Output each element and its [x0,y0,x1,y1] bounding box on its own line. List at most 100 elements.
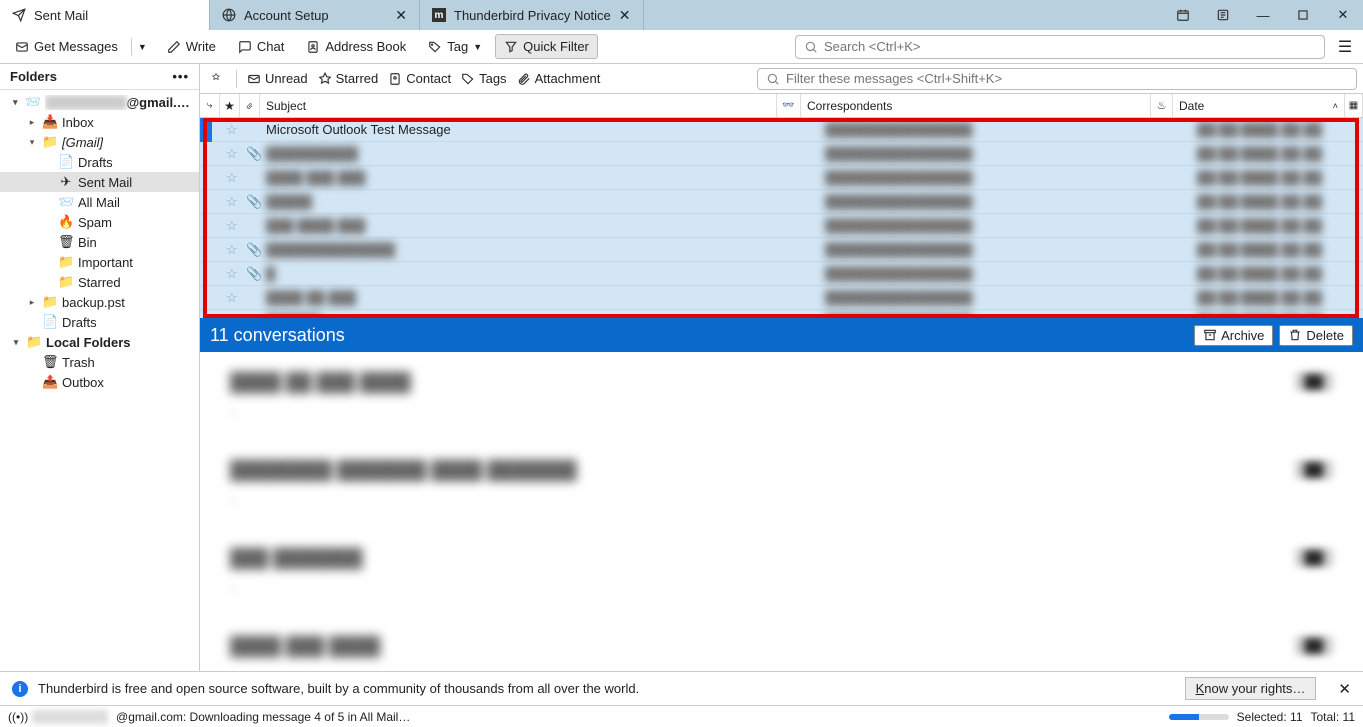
twisty-icon[interactable]: ▸ [26,297,38,308]
calendar-icon[interactable] [1163,8,1203,22]
twisty-icon[interactable]: ▾ [26,137,38,148]
folder-starred[interactable]: 📁Starred [0,272,199,292]
global-search[interactable] [795,35,1325,59]
chat-button[interactable]: Chat [229,34,293,59]
qf-unread[interactable]: Unread [247,71,308,86]
qf-contact[interactable]: Contact [388,71,451,86]
folder-important[interactable]: 📁Important [0,252,199,272]
col-attach[interactable] [240,94,260,117]
qf-tags[interactable]: Tags [461,71,506,86]
col-correspondents[interactable]: Correspondents [801,94,1151,117]
attachment-icon [517,72,531,86]
message-row[interactable]: ☆📎████████████████████████████████/██/██… [200,238,1363,262]
twisty-icon[interactable]: ▾ [10,97,21,108]
folder-icon: 📁 [58,254,74,270]
folders-more-button[interactable]: ••• [172,69,189,84]
folder-icon: 🗑 [58,234,74,250]
col-spam[interactable]: ♨ [1151,94,1173,117]
get-messages-button[interactable]: Get Messages [6,34,127,59]
close-icon[interactable]: ✕ [619,7,631,24]
message-row[interactable]: ☆📎████████████████████████████/██/████ █… [200,142,1363,166]
twisty-icon[interactable]: ▸ [26,117,38,128]
archive-button[interactable]: Archive [1194,325,1273,346]
col-subject[interactable]: Subject [260,94,777,117]
col-read[interactable]: 👓 [777,94,801,117]
message-row[interactable]: ☆📎████████████████████████/██/████ ██:██ [200,310,1363,318]
qf-starred[interactable]: Starred [318,71,379,86]
quick-filter-button[interactable]: Quick Filter [495,34,598,59]
search-icon [766,72,780,86]
message-row[interactable]: ☆███ ████ █████████████████████/██/████ … [200,214,1363,238]
message-row[interactable]: ☆████ ███ █████████████████████/██/████ … [200,166,1363,190]
twisty-icon[interactable]: ▾ [10,337,22,348]
pin-icon[interactable] [206,70,226,87]
folders-header-label: Folders [10,69,57,84]
message-row[interactable]: ☆📎███████████████████/██/████ ██:██ [200,262,1363,286]
search-input[interactable] [824,39,1316,54]
preview-message[interactable]: ███ █████████– [230,548,1333,596]
folder--gmail-[interactable]: ▾📁[Gmail] [0,132,199,152]
status-selected: Selected: 11 [1237,710,1303,724]
message-row[interactable]: ☆📎███████████████████████/██/████ ██:██ [200,190,1363,214]
folder--[interactable]: ▾📨████████@gmail.com [0,92,199,112]
folder-icon: 📄 [58,154,74,170]
col-date[interactable]: Date˄ [1173,94,1345,117]
maximize-button[interactable] [1283,8,1323,22]
folder-drafts[interactable]: 📄Drafts [0,152,199,172]
preview-message[interactable]: ████ ███ ██████– [230,636,1333,671]
folder-label: Local Folders [46,335,131,350]
download-icon [15,40,29,54]
folder-drafts[interactable]: 📄Drafts [0,312,199,332]
folder-label: [Gmail] [62,135,103,150]
col-thread[interactable]: ⤷ [200,94,220,117]
folder-sent-mail[interactable]: ✈Sent Mail [0,172,199,192]
address-book-button[interactable]: Address Book [297,34,415,59]
fire-icon: ♨ [1157,99,1167,112]
preview-message[interactable]: ████ ██ ███ ██████– [230,372,1333,420]
close-notification-button[interactable]: ✕ [1338,680,1351,698]
folder-local-folders[interactable]: ▾📁Local Folders [0,332,199,352]
column-headers: ⤷ ★ Subject 👓 Correspondents ♨ Date˄ ▦ [200,94,1363,118]
notification-text: Thunderbird is free and open source soft… [38,681,639,696]
app-menu-button[interactable]: ☰ [1333,37,1357,57]
close-icon[interactable]: ✕ [395,7,407,24]
preview-message[interactable]: ████████ ███████ ████ █████████– [230,460,1333,508]
folder-backup-pst[interactable]: ▸📁backup.pst [0,292,199,312]
folder-outbox[interactable]: 📤Outbox [0,372,199,392]
tasks-icon[interactable] [1203,8,1243,22]
know-your-rights-button[interactable]: Know your rights… [1185,677,1317,700]
col-picker[interactable]: ▦ [1345,94,1363,117]
message-row[interactable]: ☆████ ██ █████████████████████/██/████ █… [200,286,1363,310]
delete-button[interactable]: Delete [1279,325,1353,346]
filter-icon [504,40,518,54]
folder-icon: ✈ [58,174,74,190]
close-window-button[interactable]: ✕ [1323,7,1363,23]
folder-inbox[interactable]: ▸📥Inbox [0,112,199,132]
status-bar: ((•)) ████████ @gmail.com: Downloading m… [0,705,1363,727]
tab-privacy-notice[interactable]: m Thunderbird Privacy Notice ✕ [420,0,644,30]
folder-bin[interactable]: 🗑 Bin [0,232,199,252]
get-messages-label: Get Messages [34,39,118,54]
get-messages-dropdown[interactable]: ▼ [131,37,154,57]
minimize-button[interactable]: — [1243,8,1283,23]
qf-attachment[interactable]: Attachment [517,71,601,86]
folder-label: Bin [78,235,97,250]
folder-spam[interactable]: 🔥Spam [0,212,199,232]
folder-icon: 📁 [42,294,58,310]
write-button[interactable]: Write [158,34,225,59]
message-filter[interactable] [757,68,1357,90]
tab-label: Thunderbird Privacy Notice [454,8,611,23]
filter-input[interactable] [786,71,1348,86]
message-row[interactable]: ☆Microsoft Outlook Test Message█████████… [200,118,1363,142]
folder-icon: 📨 [25,94,41,110]
tab-account-setup[interactable]: Account Setup ✕ [210,0,420,30]
attachment-icon [246,99,253,113]
tag-button[interactable]: Tag ▼ [419,34,491,59]
col-star[interactable]: ★ [220,94,240,117]
message-list[interactable]: ☆Microsoft Outlook Test Message█████████… [200,118,1363,318]
tab-sent-mail[interactable]: Sent Mail [0,0,210,30]
folder-all-mail[interactable]: 📨All Mail [0,192,199,212]
preview-pane[interactable]: ████ ██ ███ ██████– ████████ ███████ ████… [200,352,1363,671]
folder-icon: 📤 [42,374,58,390]
folder-trash[interactable]: 🗑Trash [0,352,199,372]
